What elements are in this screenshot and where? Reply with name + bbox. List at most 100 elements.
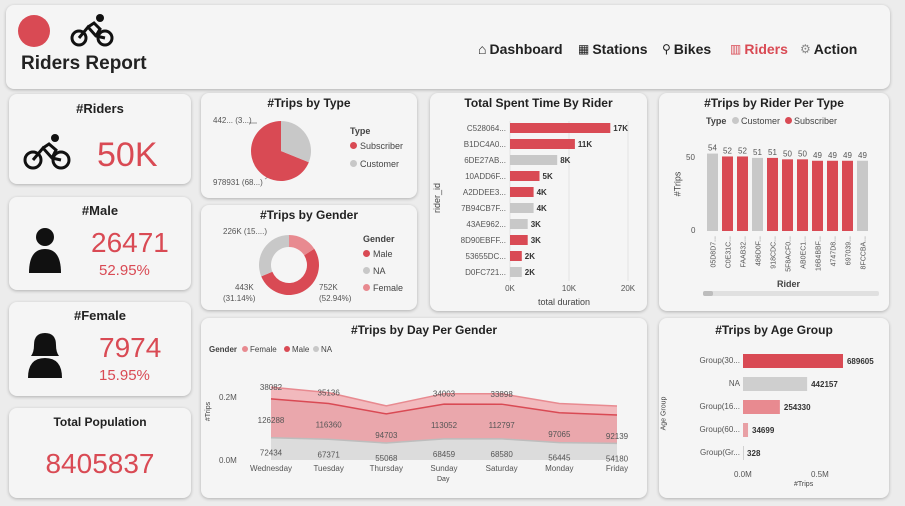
bar [767, 157, 778, 231]
data-label: 68580 [491, 450, 514, 459]
nav-stations[interactable]: ▦ Stations [578, 41, 648, 57]
data-label: 5K [543, 172, 553, 181]
kpi-riders-card: #Riders 50K [9, 94, 191, 184]
y-tick: A2DDEE3... [463, 188, 506, 197]
bar [842, 160, 853, 231]
data-label: 54180 [606, 454, 629, 463]
data-label: 442157 [811, 380, 838, 389]
data-label: 112797 [489, 421, 516, 430]
x-tick: 05D8D7... [711, 236, 718, 268]
y-axis-label: #Trips [205, 401, 213, 422]
kpi-value: 50K [97, 136, 158, 174]
data-label: 97065 [548, 430, 571, 439]
bar [510, 155, 558, 165]
bar [707, 153, 718, 231]
age-group-bar-chart[interactable]: Group(30... 689605 NA 442157 Group(16... 2543… [659, 318, 889, 498]
y-tick: 6DE27AB... [464, 156, 506, 165]
data-label: 92139 [606, 432, 629, 441]
female-person-icon [25, 332, 65, 383]
scrollbar-thumb[interactable] [703, 291, 713, 296]
x-tick: 0.0M [734, 470, 752, 479]
bar [510, 123, 611, 133]
x-tick: 5F8ACF0... [786, 236, 793, 272]
bar [722, 156, 733, 231]
riders-icon: ▥ [730, 42, 742, 56]
bar [743, 377, 808, 391]
legend-item[interactable]: NA [363, 266, 386, 276]
legend-dot [363, 284, 370, 291]
data-label: 2K [525, 268, 535, 277]
y-tick: 0 [691, 226, 696, 235]
kpi-title: Total Population [53, 415, 147, 429]
data-label: 50 [783, 149, 792, 158]
bar [737, 156, 748, 231]
data-label: 52 [723, 146, 732, 155]
cyclist-icon [23, 132, 71, 175]
x-tick: Tuesday [313, 464, 343, 473]
data-label: 116360 [316, 420, 343, 429]
legend-title: Gender [363, 234, 395, 244]
bar [857, 160, 868, 231]
x-tick: Wednesday [250, 464, 292, 473]
data-label: 33898 [491, 390, 514, 399]
x-tick: Monday [545, 464, 573, 473]
x-axis-label: Rider [777, 279, 801, 289]
y-tick: 10ADD6F... [465, 172, 506, 181]
horizontal-scrollbar[interactable] [703, 291, 879, 296]
spent-time-card: Total Spent Time By Rider 0K 10K 20K C52806… [430, 93, 647, 311]
kpi-population-card: Total Population 8405837 [9, 408, 191, 498]
station-icon: ▦ [578, 42, 590, 56]
bike-icon: ⚲ [662, 42, 671, 56]
by-day-area-chart[interactable]: Wednesday 38082 126288 72434 Tuesday 35136 116… [201, 318, 647, 498]
data-label: 49 [858, 151, 867, 160]
data-label: 72434 [260, 449, 283, 458]
nav-bikes[interactable]: ⚲ Bikes [662, 41, 711, 57]
kpi-value: 7974 [99, 332, 162, 363]
legend-title: Type [350, 126, 371, 136]
data-label: 49 [828, 151, 837, 160]
data-label: 50 [798, 149, 807, 158]
data-label: 68459 [433, 450, 456, 459]
data-label: 51 [753, 148, 762, 157]
x-tick: 918CDC... [771, 236, 778, 269]
bar [743, 354, 843, 368]
data-label: 17K [613, 124, 628, 133]
male-person-icon [27, 227, 63, 278]
x-tick: 16B4BBF... [816, 236, 823, 271]
nav-action[interactable]: ⚙ Action [800, 41, 857, 57]
nav-riders[interactable]: ▥ Riders [730, 41, 788, 57]
bar [510, 235, 528, 245]
donut-label: 226K (15....) [223, 227, 268, 236]
x-tick: AB0EC1... [801, 236, 808, 269]
data-label: 38082 [260, 383, 283, 392]
donut-label: 443K [235, 283, 254, 292]
legend-item[interactable]: Customer [350, 159, 399, 169]
pie-label: 978931 (68...) [213, 178, 263, 187]
x-tick: FAAB32... [741, 236, 748, 268]
bar [782, 159, 793, 231]
legend-item[interactable]: Male [363, 249, 393, 259]
legend-dot [363, 267, 370, 274]
y-tick: 50 [686, 153, 695, 162]
data-label: 35136 [318, 389, 341, 398]
kpi-male-card: #Male 26471 52.95% [9, 197, 191, 290]
legend-item[interactable]: Subscriber [350, 141, 403, 151]
x-axis-label: Day [437, 476, 450, 483]
x-axis-label: total duration [538, 297, 591, 307]
bar [510, 219, 528, 229]
nav-dashboard[interactable]: ⌂ Dashboard [478, 41, 563, 57]
bar [752, 157, 763, 231]
data-label: 3K [531, 236, 541, 245]
data-label: 4K [537, 188, 547, 197]
pie-label: 442... (3...) [213, 116, 252, 125]
data-label: 328 [747, 449, 761, 458]
x-tick: 697039... [846, 236, 853, 265]
spent-time-bar-chart[interactable]: 0K 10K 20K C528064... 17K B1DC4A0... 11K 6DE27A… [430, 93, 647, 311]
per-type-bar-chart[interactable]: 54 05D8D7... 52 C0E31C... 52 FAAB32... 51 486D0… [659, 93, 889, 311]
logo-circle [18, 15, 50, 47]
kpi-title: #Female [73, 308, 127, 323]
bar [510, 187, 534, 197]
data-label: 56445 [548, 454, 571, 463]
legend-item[interactable]: Female [363, 283, 403, 293]
bar [797, 159, 808, 231]
